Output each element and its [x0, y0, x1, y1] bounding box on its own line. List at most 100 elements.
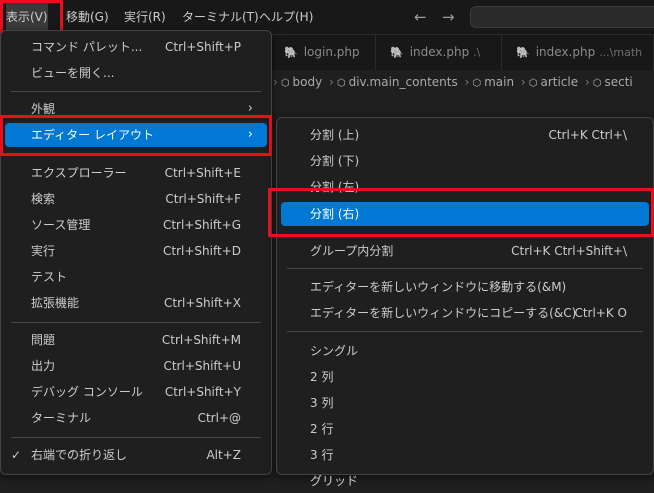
back-arrow-icon[interactable]: ←	[414, 8, 427, 26]
menu-item-label: エディターを新しいウィンドウに移動する(&M)	[310, 280, 567, 294]
tab-index-php-math[interactable]: 🐘 index.php ...\math	[502, 35, 654, 70]
menu-item-layout-three-columns[interactable]: 3 列	[281, 391, 649, 415]
menu-item-split-down[interactable]: 分割 (下)	[281, 149, 649, 173]
menu-separator	[287, 268, 643, 269]
menu-item-label: ソース管理	[31, 218, 91, 232]
menu-item-label: コマンド パレット...	[31, 40, 143, 54]
editor-layout-submenu: 分割 (上) Ctrl+K Ctrl+\ 分割 (下) 分割 (左) 分割 (右)…	[276, 117, 654, 488]
tab-index-php-root[interactable]: 🐘 index.php .\	[376, 35, 502, 70]
menu-item-label: 検索	[31, 192, 56, 206]
menu-item-shortcut: Ctrl+@	[197, 411, 241, 425]
menu-item-debug-console[interactable]: デバッグ コンソール Ctrl+Shift+Y	[5, 380, 267, 404]
menu-item-label: 分割 (上)	[310, 128, 360, 142]
menu-item-output[interactable]: 出力 Ctrl+Shift+U	[5, 354, 267, 378]
menu-item-label: 3 列	[310, 396, 334, 410]
menu-item-problems[interactable]: 問題 Ctrl+Shift+M	[5, 328, 267, 352]
menu-item-label: ターミナル	[31, 411, 92, 425]
tab-path-hint: ...\math	[599, 46, 643, 59]
breadcrumb-item[interactable]: div.main_contents	[349, 75, 458, 89]
menu-item-shortcut: Ctrl+Shift+F	[165, 192, 241, 206]
tab-login-php[interactable]: 🐘 login.php	[270, 35, 376, 70]
menu-item-shortcut: Ctrl+K Ctrl+Shift+\	[511, 244, 627, 258]
menu-item-run[interactable]: 実行 Ctrl+Shift+D	[5, 239, 267, 263]
menu-item-shortcut: Ctrl+Shift+D	[163, 244, 241, 258]
menu-item-label: 分割 (左)	[310, 180, 360, 194]
menu-item-layout-single[interactable]: シングル	[281, 339, 649, 363]
menu-item-layout-two-rows[interactable]: 2 行	[281, 417, 649, 441]
menu-item-label: グリッド	[310, 474, 359, 488]
menu-item-label: エディター レイアウト	[31, 128, 154, 142]
menu-item-terminal[interactable]: ターミナル Ctrl+@	[5, 406, 267, 430]
check-icon: ✓	[11, 448, 22, 462]
menu-item-source-control[interactable]: ソース管理 Ctrl+Shift+G	[5, 213, 267, 237]
symbol-cube-icon: ⬡	[592, 78, 602, 89]
command-center-search[interactable]	[470, 6, 654, 28]
php-elephant-icon: 🐘	[284, 46, 298, 59]
menu-separator	[11, 322, 261, 323]
breadcrumb-item[interactable]: main	[484, 75, 514, 89]
symbol-cube-icon: ⬡	[280, 78, 290, 89]
chevron-right-icon: ›	[273, 75, 278, 89]
menu-item-shortcut: Ctrl+K O	[574, 306, 627, 320]
breadcrumb-item[interactable]: body	[293, 75, 323, 89]
menu-item-move-to-new-window[interactable]: エディターを新しいウィンドウに移動する(&M)	[281, 275, 649, 299]
menu-item-copy-to-new-window[interactable]: エディターを新しいウィンドウにコピーする(&C) Ctrl+K O	[281, 301, 649, 325]
menu-item-shortcut: Ctrl+Shift+X	[164, 296, 241, 310]
menu-item-search[interactable]: 検索 Ctrl+Shift+F	[5, 187, 267, 211]
menu-separator	[11, 437, 261, 438]
breadcrumb-item[interactable]: article	[540, 75, 578, 89]
menu-item-label: 右端での折り返し	[31, 448, 128, 462]
menu-item-shortcut: Alt+Z	[206, 448, 241, 462]
menu-item-label: 2 行	[310, 422, 334, 436]
menu-item-extensions[interactable]: 拡張機能 Ctrl+Shift+X	[5, 291, 267, 315]
forward-arrow-icon[interactable]: →	[442, 8, 455, 26]
chevron-right-icon: ›	[584, 75, 590, 89]
tab-label: login.php	[303, 45, 360, 59]
chevron-right-icon: ›	[329, 75, 334, 89]
menu-item-label: グループ内分割	[310, 244, 394, 258]
menu-item-split-left[interactable]: 分割 (左)	[281, 175, 649, 199]
menu-item-split-right[interactable]: 分割 (右)	[281, 202, 649, 226]
breadcrumb-item[interactable]: secti	[604, 75, 632, 89]
menu-item-split-up[interactable]: 分割 (上) Ctrl+K Ctrl+\	[281, 123, 649, 147]
menu-item-label: エクスプローラー	[31, 166, 127, 180]
menu-terminal[interactable]: ターミナル(T)	[182, 0, 259, 34]
menu-help[interactable]: ヘルプ(H)	[259, 0, 313, 34]
menu-item-open-view[interactable]: ビューを開く...	[5, 61, 267, 85]
tab-label: index.php	[535, 45, 596, 59]
menu-item-label: 3 行	[310, 448, 334, 462]
chevron-right-icon: ›	[247, 101, 253, 116]
menu-item-layout-grid[interactable]: グリッド	[281, 469, 649, 493]
menu-item-word-wrap[interactable]: ✓ 右端での折り返し Alt+Z	[5, 443, 267, 467]
menu-item-appearance[interactable]: 外観 ›	[5, 97, 267, 121]
menu-item-label: ビューを開く...	[31, 66, 115, 80]
menu-separator	[287, 331, 643, 332]
menu-item-label: 分割 (下)	[310, 154, 360, 168]
menu-item-shortcut: Ctrl+Shift+P	[165, 40, 241, 54]
menu-separator	[11, 154, 261, 155]
menu-item-command-palette[interactable]: コマンド パレット... Ctrl+Shift+P	[5, 35, 267, 59]
menu-item-layout-three-rows[interactable]: 3 行	[281, 443, 649, 467]
menu-item-split-in-group[interactable]: グループ内分割 Ctrl+K Ctrl+Shift+\	[281, 239, 649, 263]
menu-item-label: 出力	[31, 359, 56, 373]
tab-path-hint: .\	[473, 46, 481, 59]
menu-view[interactable]: 表示(V)	[6, 0, 48, 34]
menu-item-editor-layout[interactable]: エディター レイアウト ›	[5, 123, 267, 147]
view-menu-dropdown: コマンド パレット... Ctrl+Shift+P ビューを開く... 外観 › エ…	[0, 30, 272, 475]
menu-item-shortcut: Ctrl+Shift+Y	[164, 385, 241, 399]
menu-go[interactable]: 移動(G)	[66, 0, 109, 34]
menu-item-testing[interactable]: テスト	[5, 265, 267, 289]
menu-item-label: 実行	[31, 244, 56, 258]
menu-item-shortcut: Ctrl+Shift+U	[163, 359, 241, 373]
menu-item-label: デバッグ コンソール	[31, 385, 143, 399]
php-elephant-icon: 🐘	[390, 46, 404, 59]
menu-item-label: エディターを新しいウィンドウにコピーする(&C)	[310, 306, 577, 320]
menu-item-explorer[interactable]: エクスプローラー Ctrl+Shift+E	[5, 161, 267, 185]
menu-item-label: シングル	[310, 344, 359, 358]
chevron-right-icon: ›	[464, 75, 470, 89]
menu-item-label: テスト	[31, 270, 68, 284]
menu-item-shortcut: Ctrl+Shift+E	[164, 166, 241, 180]
menu-run[interactable]: 実行(R)	[124, 0, 166, 34]
menu-item-layout-two-columns[interactable]: 2 列	[281, 365, 649, 389]
breadcrumb: › ⬡ body › ⬡ div.main_contents › ⬡ main › ⬡ arti…	[270, 70, 654, 94]
